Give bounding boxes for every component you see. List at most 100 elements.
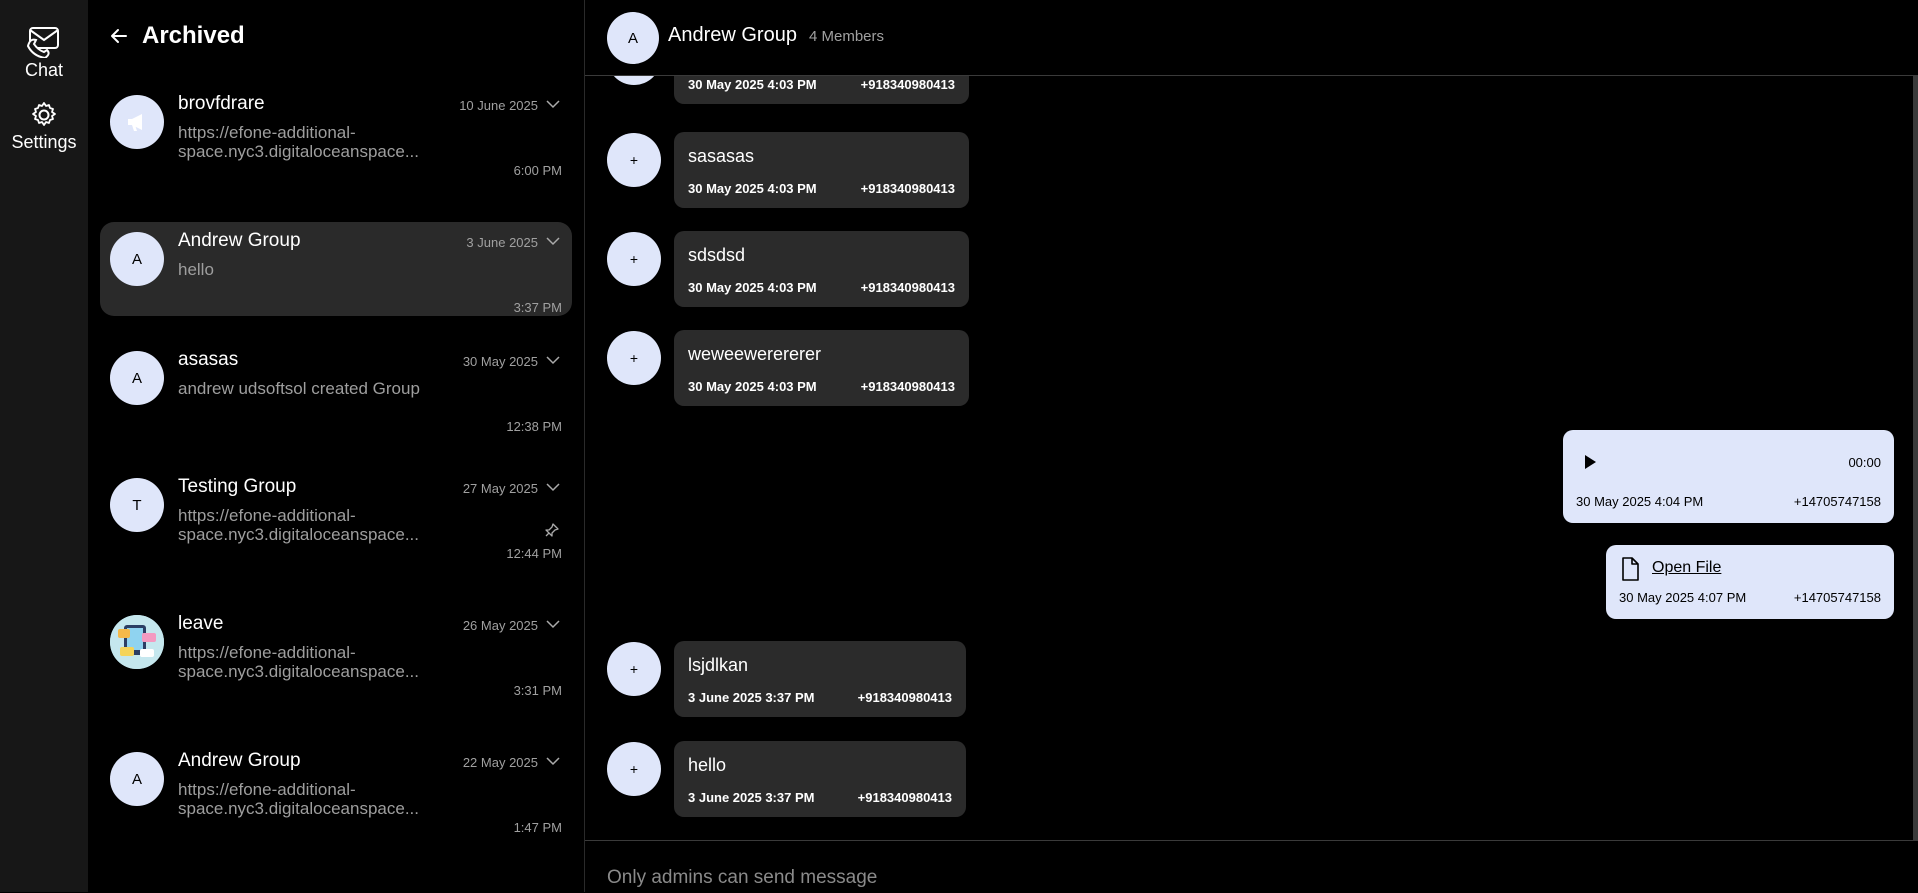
avatar: T bbox=[110, 478, 164, 532]
avatar: + bbox=[607, 742, 661, 796]
avatar: + bbox=[607, 642, 661, 696]
message-time: 30 May 2025 4:03 PM bbox=[688, 379, 817, 394]
chat-title[interactable]: Andrew Group bbox=[668, 24, 797, 47]
megaphone-icon bbox=[128, 114, 142, 131]
message-time: 30 May 2025 4:03 PM bbox=[688, 77, 817, 92]
member-count: 4 Members bbox=[809, 28, 885, 45]
file-message-bubble: Open File 30 May 2025 4:07 PM +147057471… bbox=[1606, 545, 1894, 619]
message-sender: +14705747158 bbox=[1793, 494, 1881, 509]
chevron-down-icon[interactable] bbox=[546, 97, 560, 111]
message-text: sasasas bbox=[688, 146, 755, 166]
message-text: weweewerererer bbox=[688, 344, 822, 364]
avatar: + bbox=[607, 232, 661, 286]
conversation-time: 12:44 PM bbox=[506, 546, 562, 561]
message-bubble: 30 May 2025 4:03 PM +918340980413 bbox=[674, 76, 969, 104]
chevron-down-icon[interactable] bbox=[546, 754, 560, 768]
message-meta: 3 June 2025 3:37 PM +918340980413 bbox=[688, 690, 952, 705]
avatar: A bbox=[110, 752, 164, 806]
conversation-preview: hello bbox=[178, 260, 214, 279]
conversation-item[interactable]: brovfdrare 10 June 2025 https://efone-ad… bbox=[100, 85, 572, 179]
message-text: lsjdlkan bbox=[688, 655, 749, 675]
message-meta: 30 May 2025 4:03 PM +918340980413 bbox=[688, 77, 955, 92]
nav-item-chat[interactable]: Chat bbox=[0, 20, 88, 81]
chat-icon bbox=[26, 27, 59, 58]
gear-icon bbox=[32, 102, 56, 126]
conversation-preview: https://efone-additional- space.nyc3.dig… bbox=[178, 123, 419, 161]
message-sender: +918340980413 bbox=[860, 77, 955, 92]
conversation-item[interactable]: T Testing Group 27 May 2025 https://efon… bbox=[100, 468, 572, 562]
file-icon bbox=[1622, 557, 1639, 581]
avatar[interactable]: A bbox=[607, 12, 659, 64]
message-text: hello bbox=[688, 755, 727, 775]
conversation-item[interactable]: leave 26 May 2025 https://efone-addition… bbox=[100, 605, 572, 699]
message-meta: 30 May 2025 4:03 PM +918340980413 bbox=[688, 280, 955, 295]
nav-item-settings[interactable]: Settings bbox=[0, 100, 88, 153]
chevron-down-icon[interactable] bbox=[546, 480, 560, 494]
avatar: A bbox=[110, 232, 164, 286]
message-sender: +918340980413 bbox=[857, 790, 952, 805]
message-time: 30 May 2025 4:03 PM bbox=[688, 181, 817, 196]
message-meta: 30 May 2025 4:07 PM +14705747158 bbox=[1619, 590, 1881, 605]
audio-duration: 00:00 bbox=[1848, 455, 1881, 470]
message-bubble: weweewerererer 30 May 2025 4:03 PM +9183… bbox=[674, 330, 969, 406]
message-meta: 30 May 2025 4:04 PM +14705747158 bbox=[1576, 494, 1881, 509]
chevron-down-icon[interactable] bbox=[546, 617, 560, 631]
conversation-time: 12:38 PM bbox=[506, 419, 562, 434]
avatar: + bbox=[607, 133, 661, 187]
chat-panel: A Andrew Group 4 Members + 30 May 2025 4… bbox=[585, 0, 1918, 892]
conversation-name: Andrew Group bbox=[178, 230, 301, 251]
message-bubble: hello 3 June 2025 3:37 PM +918340980413 bbox=[674, 741, 966, 817]
play-icon[interactable] bbox=[1583, 454, 1597, 470]
page-title: Archived bbox=[142, 22, 245, 49]
conversation-date: 26 May 2025 bbox=[462, 618, 538, 633]
message-meta: 30 May 2025 4:03 PM +918340980413 bbox=[688, 181, 955, 196]
avatar: + bbox=[607, 331, 661, 385]
conversation-time: 1:47 PM bbox=[513, 820, 562, 835]
chevron-down-icon[interactable] bbox=[546, 353, 560, 367]
chat-header: A Andrew Group 4 Members bbox=[585, 0, 1918, 76]
conversation-date: 27 May 2025 bbox=[462, 481, 538, 496]
message-sender: +918340980413 bbox=[860, 379, 955, 394]
conversation-date: 22 May 2025 bbox=[462, 755, 538, 770]
audio-message-bubble: 00:00 30 May 2025 4:04 PM +14705747158 bbox=[1563, 430, 1894, 523]
message-bubble: lsjdlkan 3 June 2025 3:37 PM +9183409804… bbox=[674, 641, 966, 717]
conversation-date: 3 June 2025 bbox=[466, 235, 538, 250]
conversation-preview: andrew udsoftsol created Group bbox=[178, 379, 420, 398]
message-bubble: sdsdsd 30 May 2025 4:03 PM +918340980413 bbox=[674, 231, 969, 307]
nav-item-label: Chat bbox=[24, 60, 64, 80]
scrollbar[interactable] bbox=[1913, 76, 1918, 840]
conversation-name: asasas bbox=[178, 349, 239, 370]
message-time: 30 May 2025 4:07 PM bbox=[1619, 590, 1747, 605]
conversation-name: leave bbox=[178, 613, 224, 634]
conversation-item[interactable]: A Andrew Group 22 May 2025 https://efone… bbox=[100, 742, 572, 836]
conversation-item[interactable]: A Andrew Group 3 June 2025 hello 3:37 PM bbox=[100, 222, 572, 316]
conversation-date: 10 June 2025 bbox=[459, 98, 538, 113]
message-list: + 30 May 2025 4:03 PM +918340980413 + sa… bbox=[585, 76, 1918, 840]
message-sender: +14705747158 bbox=[1793, 590, 1881, 605]
message-sender: +918340980413 bbox=[860, 280, 955, 295]
message-bubble: sasasas 30 May 2025 4:03 PM +91834098041… bbox=[674, 132, 969, 208]
back-arrow-icon[interactable] bbox=[108, 25, 130, 47]
message-time: 30 May 2025 4:03 PM bbox=[688, 280, 817, 295]
nav-item-label: Settings bbox=[11, 132, 77, 152]
archived-list-panel: Archived brovfdrare 10 June 2025 https:/… bbox=[88, 0, 585, 892]
message-time: 3 June 2025 3:37 PM bbox=[688, 690, 815, 705]
conversation-date: 30 May 2025 bbox=[462, 354, 538, 369]
conversation-item[interactable]: A asasas 30 May 2025 andrew udsoftsol cr… bbox=[100, 341, 572, 435]
avatar bbox=[110, 95, 164, 149]
message-sender: +918340980413 bbox=[857, 690, 952, 705]
list-header: Archived bbox=[108, 20, 245, 52]
avatar: + bbox=[607, 76, 661, 85]
conversation-time: 3:31 PM bbox=[513, 683, 562, 698]
open-file-link[interactable]: Open File bbox=[1652, 559, 1721, 577]
message-text: sdsdsd bbox=[688, 245, 746, 265]
chevron-down-icon[interactable] bbox=[546, 234, 560, 248]
avatar: A bbox=[110, 351, 164, 405]
admin-only-notice: Only admins can send message bbox=[607, 867, 878, 888]
message-meta: 30 May 2025 4:03 PM +918340980413 bbox=[688, 379, 955, 394]
message-time: 30 May 2025 4:04 PM bbox=[1576, 494, 1704, 509]
conversation-preview: https://efone-additional- space.nyc3.dig… bbox=[178, 643, 419, 681]
composer-area: Only admins can send message bbox=[585, 840, 1918, 893]
nav-rail: Chat Settings bbox=[0, 0, 88, 892]
message-time: 3 June 2025 3:37 PM bbox=[688, 790, 815, 805]
